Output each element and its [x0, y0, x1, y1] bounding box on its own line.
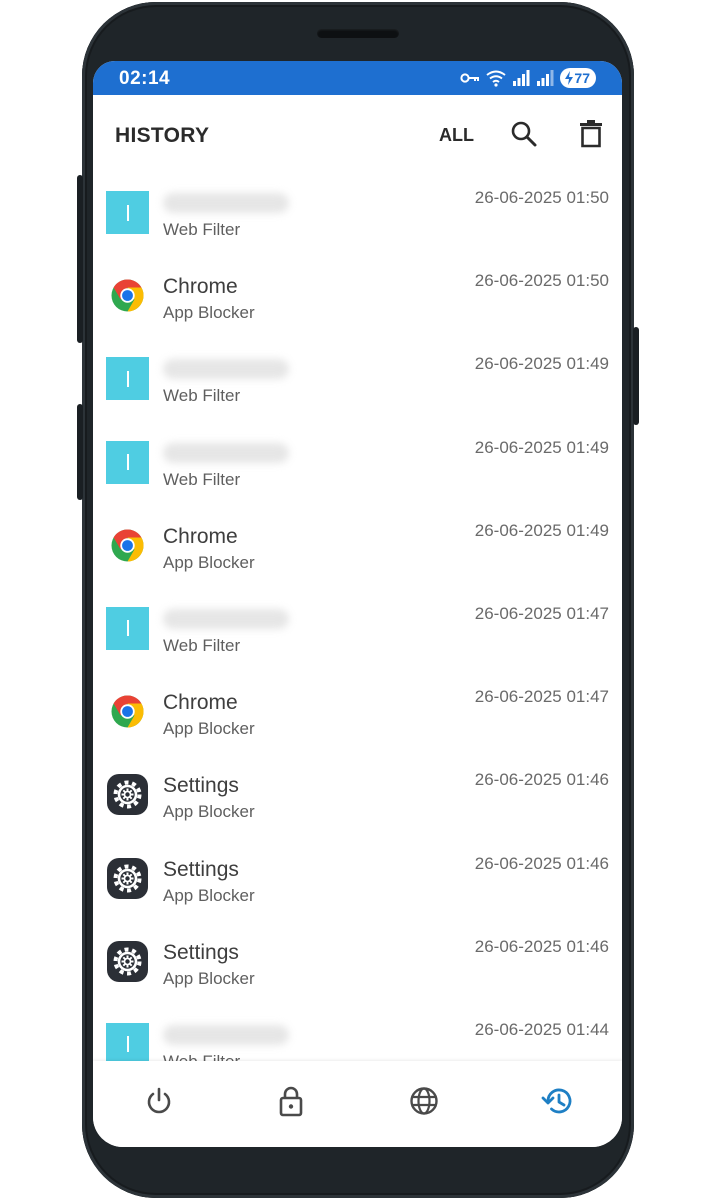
- status-bar: 02:14 77: [93, 61, 622, 95]
- history-item[interactable]: Web Filter 26-06-2025 01:50: [93, 173, 622, 256]
- search-button[interactable]: [507, 117, 541, 151]
- search-icon: [511, 121, 537, 147]
- wifi-icon: [486, 70, 507, 87]
- nav-web[interactable]: [406, 1083, 442, 1119]
- web-filter-icon: [106, 440, 149, 484]
- nav-lock[interactable]: [273, 1083, 309, 1119]
- vpn-key-icon: [460, 73, 480, 83]
- redacted-domain: [163, 193, 289, 213]
- chrome-icon: [111, 279, 144, 312]
- web-filter-icon: [106, 357, 149, 401]
- history-item-timestamp: 26-06-2025 01:47: [474, 603, 609, 623]
- web-filter-icon: [106, 191, 149, 234]
- signal-icon: [513, 70, 530, 86]
- settings-gear-icon: [107, 857, 148, 899]
- history-item-title: Settings: [163, 940, 239, 964]
- history-item[interactable]: Web Filter 26-06-2025 01:49: [93, 339, 622, 422]
- history-item-title: Settings: [163, 857, 239, 881]
- page-title: HISTORY: [115, 124, 210, 147]
- battery-indicator: 77: [560, 68, 596, 88]
- history-item-type: Web Filter: [163, 469, 241, 489]
- history-item-timestamp: 26-06-2025 01:46: [474, 853, 609, 873]
- history-item-timestamp: 26-06-2025 01:49: [474, 437, 609, 457]
- app-bar: HISTORY ALL: [93, 95, 622, 173]
- history-item[interactable]: Web Filter 26-06-2025 01:49: [93, 423, 622, 506]
- redacted-domain: [163, 442, 289, 463]
- app-icon: [106, 940, 149, 983]
- redacted-domain: [163, 1024, 289, 1045]
- delete-button[interactable]: [574, 117, 608, 151]
- volume-down-button: [77, 404, 83, 500]
- filter-all-button[interactable]: ALL: [439, 125, 474, 146]
- history-item-type: Web Filter: [163, 386, 241, 406]
- history-item-type: App Blocker: [163, 552, 255, 572]
- history-item-type: Web Filter: [163, 635, 241, 655]
- history-item[interactable]: Chrome App Blocker 26-06-2025 01:47: [93, 672, 622, 755]
- earpiece-speaker: [317, 29, 399, 38]
- history-item[interactable]: Settings App Blocker 26-06-2025 01:46: [93, 922, 622, 1005]
- web-filter-icon: [106, 1022, 149, 1061]
- history-list[interactable]: Web Filter 26-06-2025 01:50 Chrome App B…: [93, 173, 622, 1061]
- history-item-type: Web Filter: [163, 1052, 240, 1061]
- signal-icon: [537, 70, 554, 86]
- power-icon: [147, 1087, 171, 1114]
- history-item-title: Chrome: [163, 275, 238, 299]
- web-filter-icon: [106, 606, 149, 650]
- status-icons: 77: [460, 67, 596, 89]
- delete-icon: [580, 120, 602, 148]
- history-icon: [541, 1088, 572, 1114]
- history-item-timestamp: 26-06-2025 01:46: [474, 936, 609, 956]
- app-icon: [106, 524, 149, 567]
- nav-history[interactable]: [539, 1083, 575, 1119]
- redacted-domain: [163, 608, 289, 629]
- app-icon: [106, 274, 149, 317]
- history-item-type: App Blocker: [163, 303, 255, 323]
- history-item-title: Chrome: [163, 691, 238, 715]
- lock-icon: [279, 1086, 303, 1117]
- battery-charging-icon: [565, 71, 574, 85]
- history-item-title: Settings: [163, 774, 239, 798]
- history-item-type: Web Filter: [163, 220, 241, 239]
- screen: 02:14 77 HISTORY ALL Web Filter 26-06-20…: [93, 61, 622, 1147]
- history-item[interactable]: Web Filter 26-06-2025 01:47: [93, 589, 622, 672]
- status-time: 02:14: [119, 68, 171, 89]
- history-item-timestamp: 26-06-2025 01:49: [474, 354, 609, 374]
- settings-gear-icon: [107, 774, 148, 816]
- history-item-title: Chrome: [163, 524, 238, 548]
- history-item[interactable]: Settings App Blocker 26-06-2025 01:46: [93, 839, 622, 922]
- history-item-type: App Blocker: [163, 719, 255, 739]
- globe-icon: [410, 1087, 438, 1115]
- history-item[interactable]: Chrome App Blocker 26-06-2025 01:50: [93, 256, 622, 339]
- settings-gear-icon: [107, 940, 148, 982]
- app-icon: [106, 857, 149, 900]
- history-item-timestamp: 26-06-2025 01:47: [474, 687, 609, 707]
- battery-level: 77: [574, 70, 590, 86]
- bottom-navigation: [93, 1061, 622, 1147]
- history-item-type: App Blocker: [163, 802, 255, 822]
- history-item-timestamp: 26-06-2025 01:49: [474, 520, 609, 540]
- history-item[interactable]: Settings App Blocker 26-06-2025 01:46: [93, 755, 622, 838]
- history-item[interactable]: Web Filter 26-06-2025 01:44: [93, 1005, 622, 1061]
- history-item[interactable]: Chrome App Blocker 26-06-2025 01:49: [93, 506, 622, 589]
- volume-up-button: [77, 175, 83, 343]
- chrome-icon: [111, 695, 144, 728]
- history-item-timestamp: 26-06-2025 01:50: [474, 188, 609, 207]
- redacted-domain: [163, 359, 289, 380]
- chrome-icon: [111, 529, 144, 562]
- power-side-button: [633, 327, 639, 425]
- canvas: 02:14 77 HISTORY ALL Web Filter 26-06-20…: [0, 0, 718, 1200]
- app-icon: [106, 690, 149, 733]
- nav-power[interactable]: [141, 1083, 177, 1119]
- app-icon: [106, 773, 149, 816]
- history-item-timestamp: 26-06-2025 01:44: [474, 1019, 609, 1039]
- history-item-timestamp: 26-06-2025 01:46: [474, 770, 609, 790]
- history-item-timestamp: 26-06-2025 01:50: [474, 271, 609, 291]
- history-item-type: App Blocker: [163, 968, 255, 988]
- history-item-type: App Blocker: [163, 885, 255, 905]
